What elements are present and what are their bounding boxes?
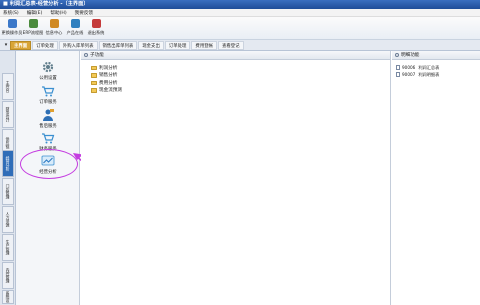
module-common-settings-label: 公用设置 <box>39 76 57 81</box>
tab-main[interactable]: 主界面 <box>10 40 32 50</box>
side-tab-store[interactable]: 门店管理 <box>2 178 14 205</box>
detail-function-title: 明细功能 <box>401 53 420 58</box>
menu-system[interactable]: 系统(S) <box>3 10 19 16</box>
module-order-service[interactable]: 订单服务 <box>26 84 70 105</box>
side-tab-system[interactable]: 系统设置 <box>2 290 14 304</box>
detail-item-name: 利润汇总表 <box>418 64 440 70</box>
detail-function-header: 明细功能 <box>392 51 480 60</box>
info-center-icon <box>49 19 59 28</box>
menu-bar: 系统(S) 编辑(E) 帮助(H) 我要反馈 <box>0 9 480 17</box>
folder-label: 费用分析 <box>99 80 118 86</box>
detail-list: 90006 利润汇总表 90007 利润明细表 <box>392 60 480 78</box>
tab-cash-expense[interactable]: 现金支出 <box>138 40 164 50</box>
detail-item-profit-detail[interactable]: 90007 利润明细表 <box>396 71 480 78</box>
folder-profit-analysis[interactable]: 利润分析 <box>91 64 390 72</box>
exit-label: 退出系统 <box>87 30 105 35</box>
folder-list: 利润分析 销售分析 费用分析 现金流预测 <box>81 60 390 94</box>
tab-view-register[interactable]: 查看登记 <box>218 40 244 50</box>
collapse-icon[interactable] <box>395 53 399 57</box>
tab-bar: ▾ 主界面 订单处理 外购入库单列表 销售出库单列表 现金支出 订单处理 费用登… <box>0 40 480 51</box>
detail-item-name: 利润明细表 <box>418 71 440 77</box>
flowchart-icon <box>28 19 38 28</box>
folder-cash-flow-forecast[interactable]: 现金流预测 <box>91 87 390 95</box>
document-icon <box>396 65 400 70</box>
folder-label: 现金流预测 <box>99 88 122 94</box>
exit-icon <box>91 19 101 28</box>
cart-icon <box>42 86 55 97</box>
side-tab-hr[interactable]: 人力资源 <box>2 206 14 233</box>
sub-function-header: 子功能 <box>81 51 390 60</box>
tab-order-processing-2[interactable]: 订单处理 <box>164 40 191 50</box>
folder-label: 销售分析 <box>99 73 118 79</box>
folder-icon <box>91 88 97 93</box>
menu-edit[interactable]: 编辑(E) <box>27 10 43 16</box>
side-tab-strip: 主控台 财务会计 供应链 经营分析 门店管理 人力资源 生产管理 内控管理 系统… <box>0 51 16 305</box>
side-tab-finance[interactable]: 财务会计 <box>2 101 14 128</box>
info-center-label: 信息中心 <box>45 30 63 35</box>
module-order-service-label: 订单服务 <box>39 100 57 105</box>
detail-function-panel: 明细功能 90006 利润汇总表 90007 利润明细表 <box>392 51 480 305</box>
switch-operator-label: 更换操作员 <box>1 30 23 35</box>
folder-icon <box>91 73 97 78</box>
product-online-label: 产品在线 <box>66 30 84 35</box>
title-bar: ■ 利润汇总表-经营分析 -〔主界面〕 <box>0 0 480 9</box>
side-tab-business-analysis[interactable]: 经营分析 <box>2 150 14 177</box>
tab-dropdown-icon[interactable]: ▾ <box>2 41 10 50</box>
detail-item-profit-summary[interactable]: 90006 利润汇总表 <box>396 64 480 71</box>
erp-flowchart-button[interactable]: ERP流程图 <box>23 17 43 39</box>
sub-function-title: 子功能 <box>90 53 104 58</box>
module-after-sales-label: 售后服务 <box>39 124 57 129</box>
product-online-button[interactable]: 产品在线 <box>65 17 85 39</box>
finance-icon <box>42 133 55 144</box>
collapse-icon[interactable] <box>84 53 88 57</box>
menu-feedback[interactable]: 我要反馈 <box>75 10 93 16</box>
detail-item-code: 90006 <box>402 65 416 70</box>
detail-item-code: 90007 <box>402 72 416 77</box>
side-tab-console[interactable]: 主控台 <box>2 73 14 100</box>
erp-flowchart-label: ERP流程图 <box>22 30 44 35</box>
product-online-icon <box>70 19 80 28</box>
user-switch-icon <box>7 19 17 28</box>
tab-order-processing[interactable]: 订单处理 <box>32 40 58 50</box>
menu-help[interactable]: 帮助(H) <box>50 10 66 16</box>
gear-icon <box>42 61 54 73</box>
module-after-sales[interactable]: 售后服务 <box>26 108 70 129</box>
tab-sales-outbound-list[interactable]: 销售出库单列表 <box>98 40 138 50</box>
side-tab-internal-control[interactable]: 内控管理 <box>2 262 14 289</box>
toolbar: 更换操作员 ERP流程图 信息中心 产品在线 退出系统 <box>0 17 480 40</box>
folder-icon <box>91 80 97 85</box>
tab-purchase-inbound-list[interactable]: 外购入库单列表 <box>58 40 98 50</box>
exit-button[interactable]: 退出系统 <box>86 17 106 39</box>
tab-expense-entry[interactable]: 费用登帐 <box>191 40 217 50</box>
switch-operator-button[interactable]: 更换操作员 <box>2 17 22 39</box>
side-tab-production[interactable]: 生产管理 <box>2 234 14 261</box>
module-common-settings[interactable]: 公用设置 <box>26 60 70 81</box>
folder-sales-analysis[interactable]: 销售分析 <box>91 72 390 80</box>
folder-expense-analysis[interactable]: 费用分析 <box>91 79 390 87</box>
sub-function-panel: 子功能 利润分析 销售分析 费用分析 现金流预测 <box>81 51 391 305</box>
folder-label: 利润分析 <box>99 65 118 71</box>
folder-icon <box>91 65 97 70</box>
support-icon <box>43 109 54 121</box>
window-title: ■ 利润汇总表-经营分析 -〔主界面〕 <box>3 1 89 7</box>
info-center-button[interactable]: 信息中心 <box>44 17 64 39</box>
document-icon <box>396 72 400 77</box>
